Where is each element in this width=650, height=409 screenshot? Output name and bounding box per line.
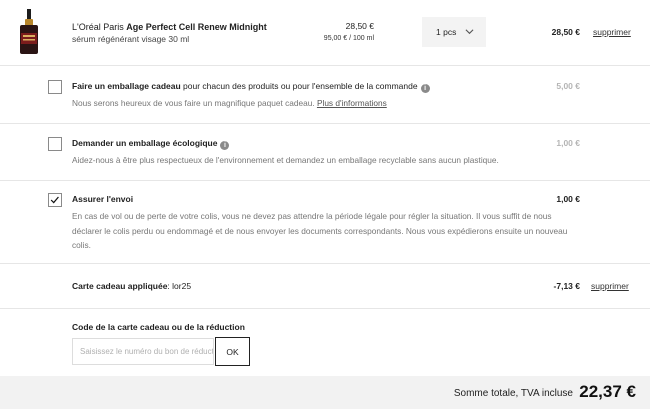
info-icon[interactable]: i xyxy=(420,84,430,93)
remove-item-link[interactable]: supprimer xyxy=(593,27,631,37)
voucher-label: Code de la carte cadeau ou de la réducti… xyxy=(72,322,245,332)
gift-card-applied-row: Carte cadeau appliquée: lor25 -7,13 € su… xyxy=(0,264,650,309)
serum-bottle-icon[interactable] xyxy=(18,9,40,55)
chevron-down-icon xyxy=(465,29,474,35)
unit-price: 28,50 € xyxy=(345,21,374,31)
gift-wrap-price: 5,00 € xyxy=(556,81,580,91)
product-subtitle: sérum régénérant visage 30 ml xyxy=(72,34,190,44)
total-amount: 22,37 € xyxy=(579,382,636,401)
line-total: 28,50 € xyxy=(551,27,580,37)
gift-card-amount: -7,13 € xyxy=(553,281,580,291)
eco-wrap-description: Aidez-nous à être plus respectueux de l'… xyxy=(72,155,499,165)
insurance-checkbox[interactable] xyxy=(48,193,62,207)
remove-gift-card-link[interactable]: supprimer xyxy=(591,281,629,291)
option-gift-wrap: Faire un emballage cadeau pour chacun de… xyxy=(0,66,650,124)
total-bar: Somme totale, TVA incluse 22,37 € xyxy=(0,376,650,409)
price-per-volume: 95,00 € / 100 ml xyxy=(323,35,374,42)
total-label: Somme totale, TVA incluse xyxy=(453,388,573,399)
checkmark-icon xyxy=(50,196,59,204)
quantity-select[interactable]: 1 pcs xyxy=(422,17,486,47)
insurance-description: En cas de vol ou de perte de votre colis… xyxy=(72,211,568,250)
gift-wrap-description: Nous serons heureux de vous faire un mag… xyxy=(72,98,387,108)
eco-wrap-title: Demander un emballage écologique i xyxy=(72,138,230,150)
info-icon[interactable]: i xyxy=(220,141,230,150)
cart-item-row: L'Oréal Paris Age Perfect Cell Renew Mid… xyxy=(0,0,650,66)
eco-wrap-price: 1,00 € xyxy=(556,138,580,148)
gift-wrap-title: Faire un emballage cadeau pour chacun de… xyxy=(72,81,430,93)
apply-voucher-button[interactable]: OK xyxy=(215,337,250,366)
product-name[interactable]: L'Oréal Paris Age Perfect Cell Renew Mid… xyxy=(72,21,267,34)
more-info-link[interactable]: Plus d'informations xyxy=(317,98,387,108)
quantity-value: 1 pcs xyxy=(436,27,457,37)
option-insurance: Assurer l'envoi En cas de vol ou de pert… xyxy=(0,181,650,264)
gift-card-label: Carte cadeau appliquée: lor25 xyxy=(72,281,192,291)
option-eco-wrap: Demander un emballage écologique i Aidez-… xyxy=(0,124,650,181)
insurance-title: Assurer l'envoi xyxy=(72,194,134,204)
gift-wrap-checkbox[interactable] xyxy=(48,80,62,94)
voucher-code-input[interactable] xyxy=(72,338,214,365)
insurance-price: 1,00 € xyxy=(556,194,580,204)
eco-wrap-checkbox[interactable] xyxy=(48,137,62,151)
